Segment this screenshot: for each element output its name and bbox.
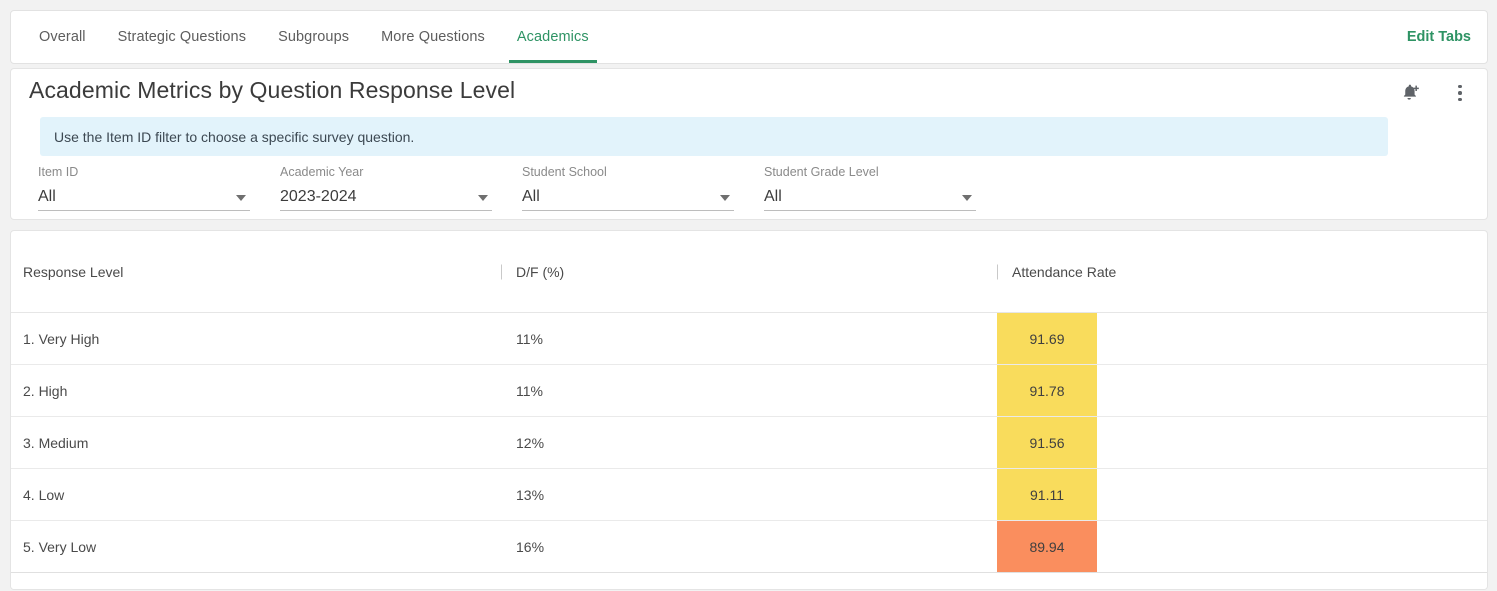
table-header-row: Response Level D/F (%) Attendance Rate	[11, 231, 1487, 313]
cell-attendance-rate: 89.94	[997, 521, 1487, 572]
tab-label: More Questions	[381, 29, 485, 45]
page-title: Academic Metrics by Question Response Le…	[29, 77, 516, 103]
column-header-attendance-rate[interactable]: Attendance Rate	[997, 231, 1487, 312]
tab-subgroups[interactable]: Subgroups	[262, 11, 365, 63]
filter-label: Student School	[522, 165, 607, 179]
filter-student-school: Student School All	[522, 165, 764, 211]
cell-attendance-rate: 91.69	[997, 313, 1487, 364]
kebab-dot	[1458, 91, 1462, 95]
tab-list: Overall Strategic Questions Subgroups Mo…	[11, 11, 605, 63]
kebab-dot	[1458, 97, 1462, 102]
attendance-heat-cell: 91.56	[997, 417, 1097, 468]
table-row[interactable]: 4. Low 13% 91.11	[11, 469, 1487, 521]
cell-df: 16%	[516, 538, 545, 555]
cell-attendance-rate: 91.11	[997, 469, 1487, 520]
column-divider	[997, 264, 998, 279]
table-row[interactable]: 3. Medium 12% 91.56	[11, 417, 1487, 469]
tab-label: Overall	[39, 29, 86, 45]
cell-df: 13%	[516, 486, 545, 503]
cell-response-level: 5. Very Low	[23, 538, 97, 555]
filter-student-grade-level: Student Grade Level All	[764, 165, 1006, 211]
tab-more-questions[interactable]: More Questions	[365, 11, 501, 63]
attendance-heat-cell: 89.94	[997, 521, 1097, 572]
column-divider	[501, 264, 502, 279]
filter-student-grade-level-select[interactable]: All	[764, 184, 976, 211]
table-row-partial	[11, 573, 1487, 589]
filter-label: Item ID	[38, 165, 79, 179]
add-alert-bell-icon[interactable]	[1399, 81, 1421, 105]
table-row[interactable]: 5. Very Low 16% 89.94	[11, 521, 1487, 573]
cell-df: 11%	[516, 382, 543, 399]
tab-label: Academics	[516, 29, 589, 45]
column-header-label: Attendance Rate	[1012, 263, 1117, 280]
filter-value: All	[764, 188, 782, 205]
kebab-dot	[1458, 84, 1462, 89]
filter-item-id: Item ID All	[38, 165, 280, 211]
filter-label: Academic Year	[280, 165, 364, 179]
metrics-table: Response Level D/F (%) Attendance Rate 1…	[10, 230, 1488, 590]
column-header-df[interactable]: D/F (%)	[501, 231, 997, 312]
attendance-heat-cell: 91.69	[997, 313, 1097, 364]
cell-attendance-rate: 91.56	[997, 417, 1487, 468]
table-row[interactable]: 1. Very High 11% 91.69	[11, 313, 1487, 365]
tab-bar: Overall Strategic Questions Subgroups Mo…	[10, 10, 1488, 64]
panel-actions	[1399, 81, 1469, 105]
info-banner: Use the Item ID filter to choose a speci…	[40, 117, 1388, 156]
chevron-down-icon	[236, 195, 246, 201]
panel-header-card: Academic Metrics by Question Response Le…	[10, 68, 1488, 220]
tab-label: Strategic Questions	[117, 29, 247, 45]
cell-df: 12%	[516, 434, 545, 451]
filter-academic-year: Academic Year 2023-2024	[280, 165, 522, 211]
column-header-response-level[interactable]: Response Level	[11, 231, 501, 312]
cell-df: 11%	[516, 330, 543, 347]
chevron-down-icon	[720, 195, 730, 201]
cell-response-level: 4. Low	[23, 486, 65, 503]
chevron-down-icon	[962, 195, 972, 201]
filter-label: Student Grade Level	[764, 165, 879, 179]
tab-label: Subgroups	[278, 29, 350, 45]
filter-student-school-select[interactable]: All	[522, 184, 734, 211]
edit-tabs-button[interactable]: Edit Tabs	[1407, 11, 1487, 63]
table-row[interactable]: 2. High 11% 91.78	[11, 365, 1487, 417]
filter-value: All	[38, 188, 56, 205]
column-header-label: D/F (%)	[516, 263, 565, 280]
attendance-heat-cell: 91.78	[997, 365, 1097, 416]
cell-response-level: 2. High	[23, 382, 68, 399]
tab-academics[interactable]: Academics	[501, 11, 605, 63]
kebab-menu-icon[interactable]	[1451, 81, 1469, 105]
filter-value: All	[522, 188, 540, 205]
tab-overall[interactable]: Overall	[23, 11, 102, 63]
attendance-heat-cell: 91.11	[997, 469, 1097, 520]
cell-response-level: 3. Medium	[23, 434, 89, 451]
dashboard-page: Overall Strategic Questions Subgroups Mo…	[0, 0, 1497, 591]
cell-response-level: 1. Very High	[23, 330, 100, 347]
filter-value: 2023-2024	[280, 188, 357, 205]
filter-item-id-select[interactable]: All	[38, 184, 250, 211]
tab-strategic-questions[interactable]: Strategic Questions	[102, 11, 262, 63]
filter-academic-year-select[interactable]: 2023-2024	[280, 184, 492, 211]
chevron-down-icon	[478, 195, 488, 201]
cell-attendance-rate: 91.78	[997, 365, 1487, 416]
column-header-attendance-wrap: Attendance Rate	[997, 231, 1116, 312]
filter-bar: Item ID All Academic Year 2023-2024 Stud…	[38, 165, 1006, 211]
info-banner-text: Use the Item ID filter to choose a speci…	[54, 128, 415, 145]
